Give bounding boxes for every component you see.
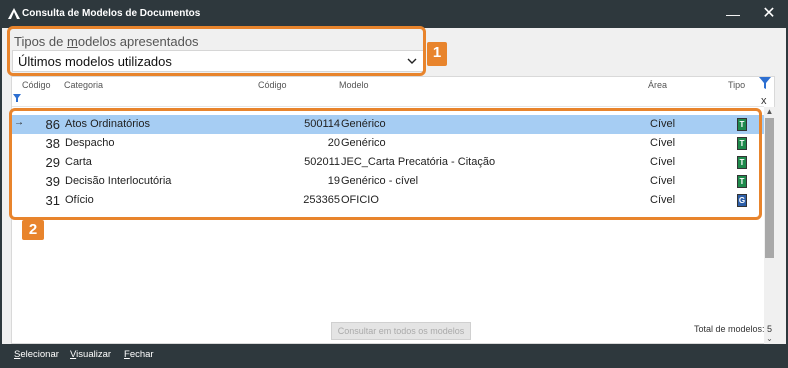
header-area[interactable]: Área: [648, 80, 667, 90]
header-codigo[interactable]: Código: [22, 80, 51, 90]
window-title: Consulta de Modelos de Documentos: [22, 8, 201, 19]
title-bar: Consulta de Modelos de Documentos — ✕: [0, 0, 788, 28]
bottom-toolbar: Selecionar Visualizar Fechar: [0, 344, 788, 368]
scroll-up-icon[interactable]: ▲: [764, 107, 775, 117]
header-categoria[interactable]: Categoria: [64, 80, 103, 90]
select-button[interactable]: Selecionar: [14, 349, 59, 360]
annotation-box-1: [7, 26, 426, 76]
view-button[interactable]: Visualizar: [70, 349, 111, 360]
scroll-thumb[interactable]: [765, 118, 774, 258]
filter-icon[interactable]: [13, 94, 21, 102]
minimize-button[interactable]: —: [722, 4, 744, 24]
header-modelo[interactable]: Modelo: [339, 80, 369, 90]
total-models: Total de modelos: 5: [694, 324, 773, 334]
dialog-body: Tipos de modelos apresentados Últimos mo…: [2, 26, 786, 344]
dialog-window: Consulta de Modelos de Documentos — ✕ Ti…: [0, 0, 788, 368]
header-tipo[interactable]: Tipo: [728, 80, 745, 90]
annotation-badge-2: 2: [22, 220, 44, 240]
close-button[interactable]: ✕: [758, 4, 780, 24]
consult-all-models-button[interactable]: Consultar em todos os modelos: [331, 322, 471, 340]
filter-row[interactable]: [12, 93, 764, 107]
app-logo-icon: [8, 8, 20, 19]
annotation-box-2: [9, 108, 762, 220]
clear-filter-icon[interactable]: x: [761, 95, 767, 107]
grid-header: Código Categoria Código Modelo Área Tipo: [12, 77, 764, 93]
annotation-badge-1: 1: [427, 42, 447, 66]
header-codigo-modelo[interactable]: Código: [258, 80, 287, 90]
grid-scrollbar[interactable]: ▲ ⌄: [764, 107, 775, 344]
filter-funnel-icon[interactable]: [759, 77, 771, 89]
scroll-down-icon[interactable]: ⌄: [764, 334, 775, 344]
close-dialog-button[interactable]: Fechar: [124, 349, 154, 360]
